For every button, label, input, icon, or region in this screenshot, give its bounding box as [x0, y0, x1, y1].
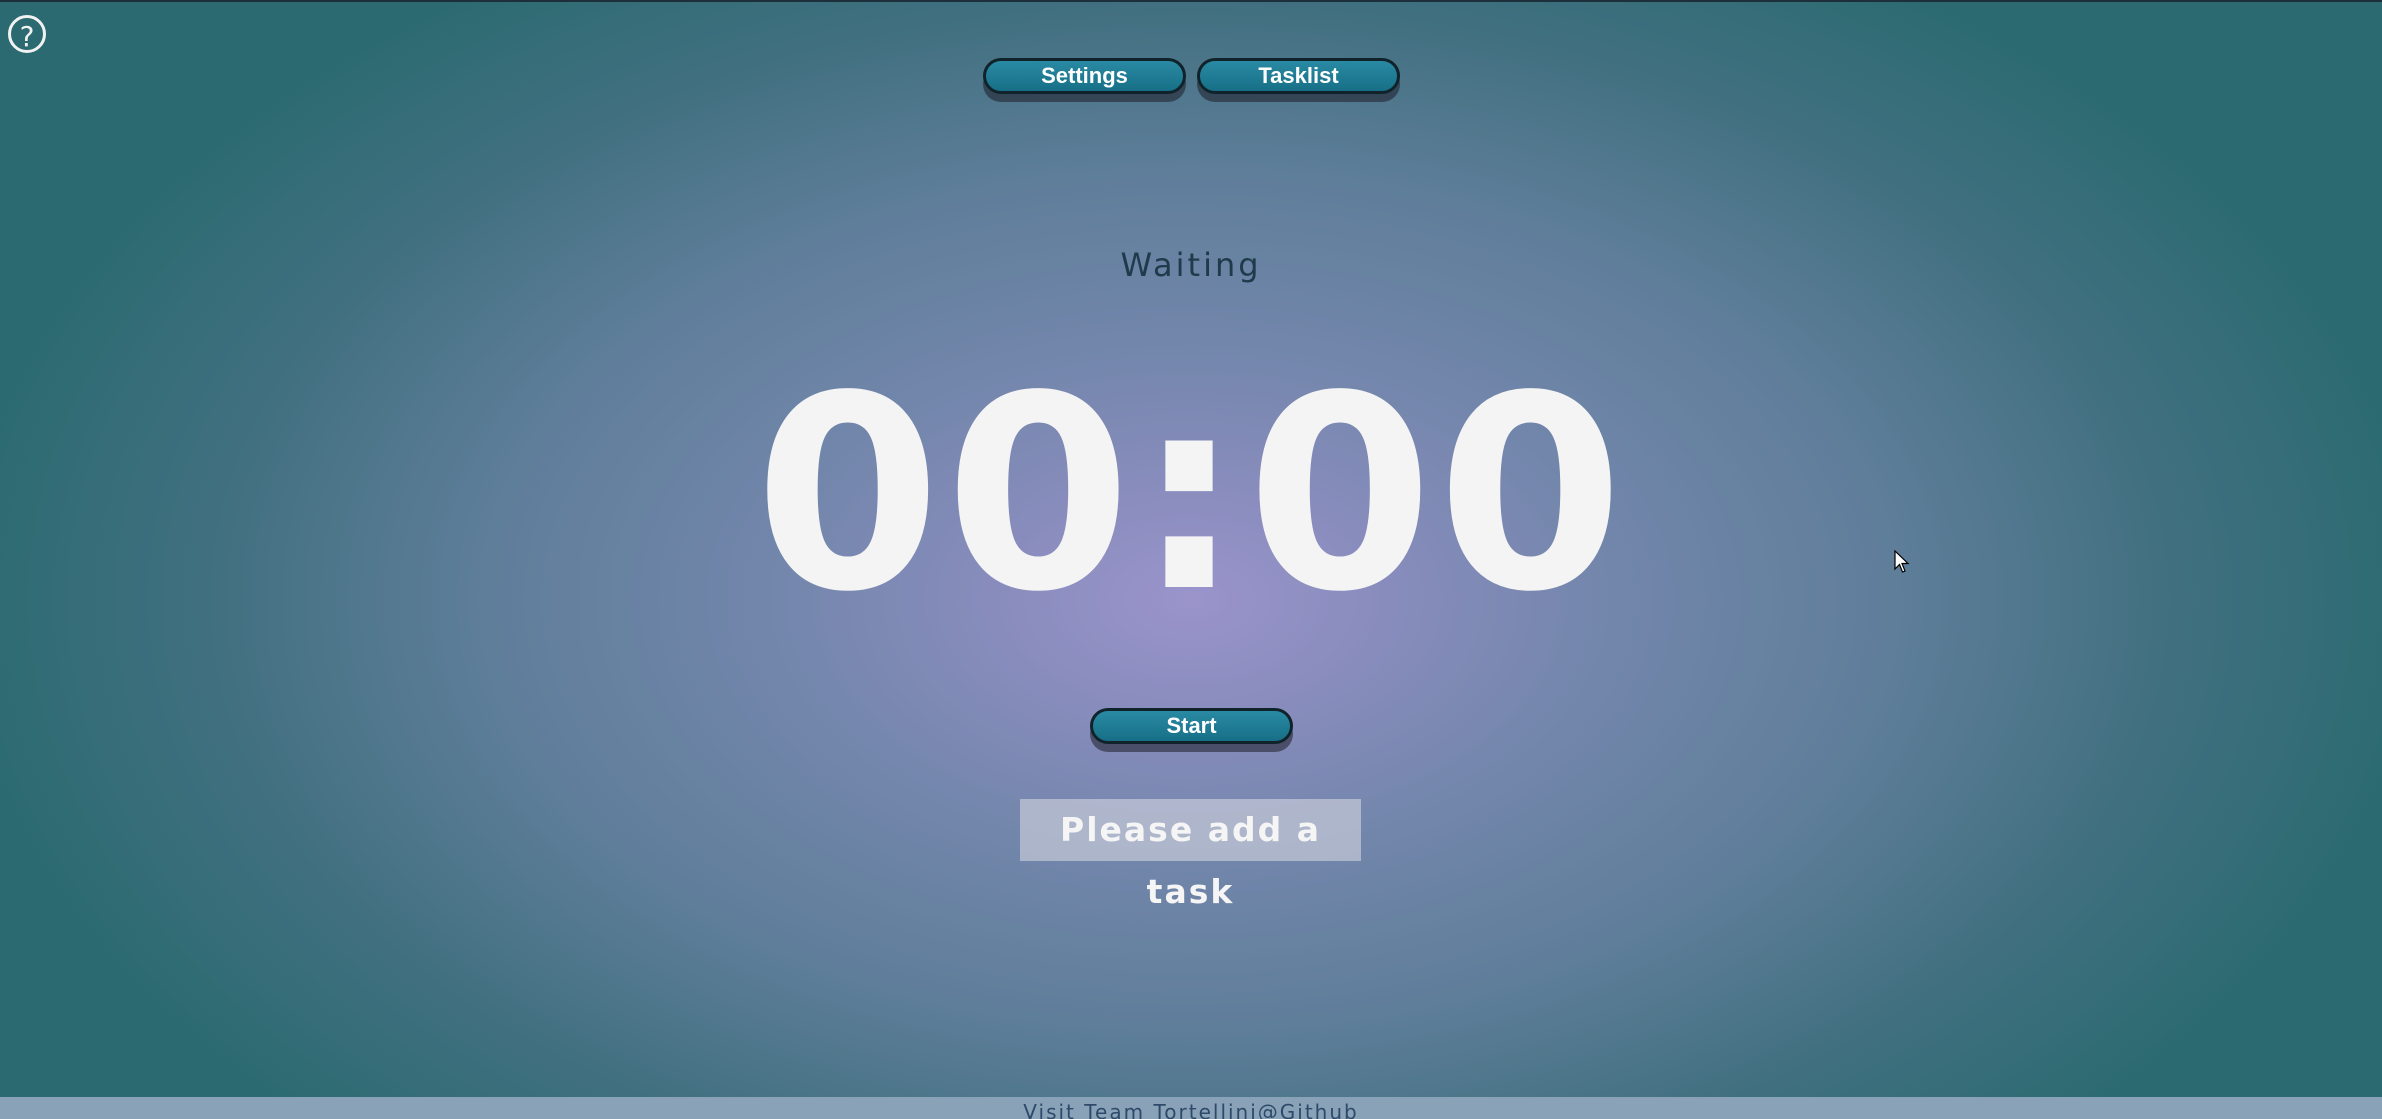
timer-display: 00:00 [754, 339, 1628, 651]
current-task-message: Please add a task [1020, 799, 1361, 911]
tasklist-button[interactable]: Tasklist [1197, 58, 1400, 94]
question-circle-icon: ? [19, 20, 35, 53]
top-border [0, 0, 2382, 2]
start-button[interactable]: Start [1090, 708, 1293, 744]
settings-button[interactable]: Settings [983, 58, 1186, 94]
help-button[interactable]: ? [8, 15, 46, 53]
footer: Visit Team Tortellini@Github [0, 1097, 2382, 1119]
mouse-cursor-icon [1894, 550, 1910, 573]
timer-status: Waiting [1120, 246, 1262, 284]
github-link[interactable]: Visit Team Tortellini@Github [1023, 1100, 1358, 1119]
